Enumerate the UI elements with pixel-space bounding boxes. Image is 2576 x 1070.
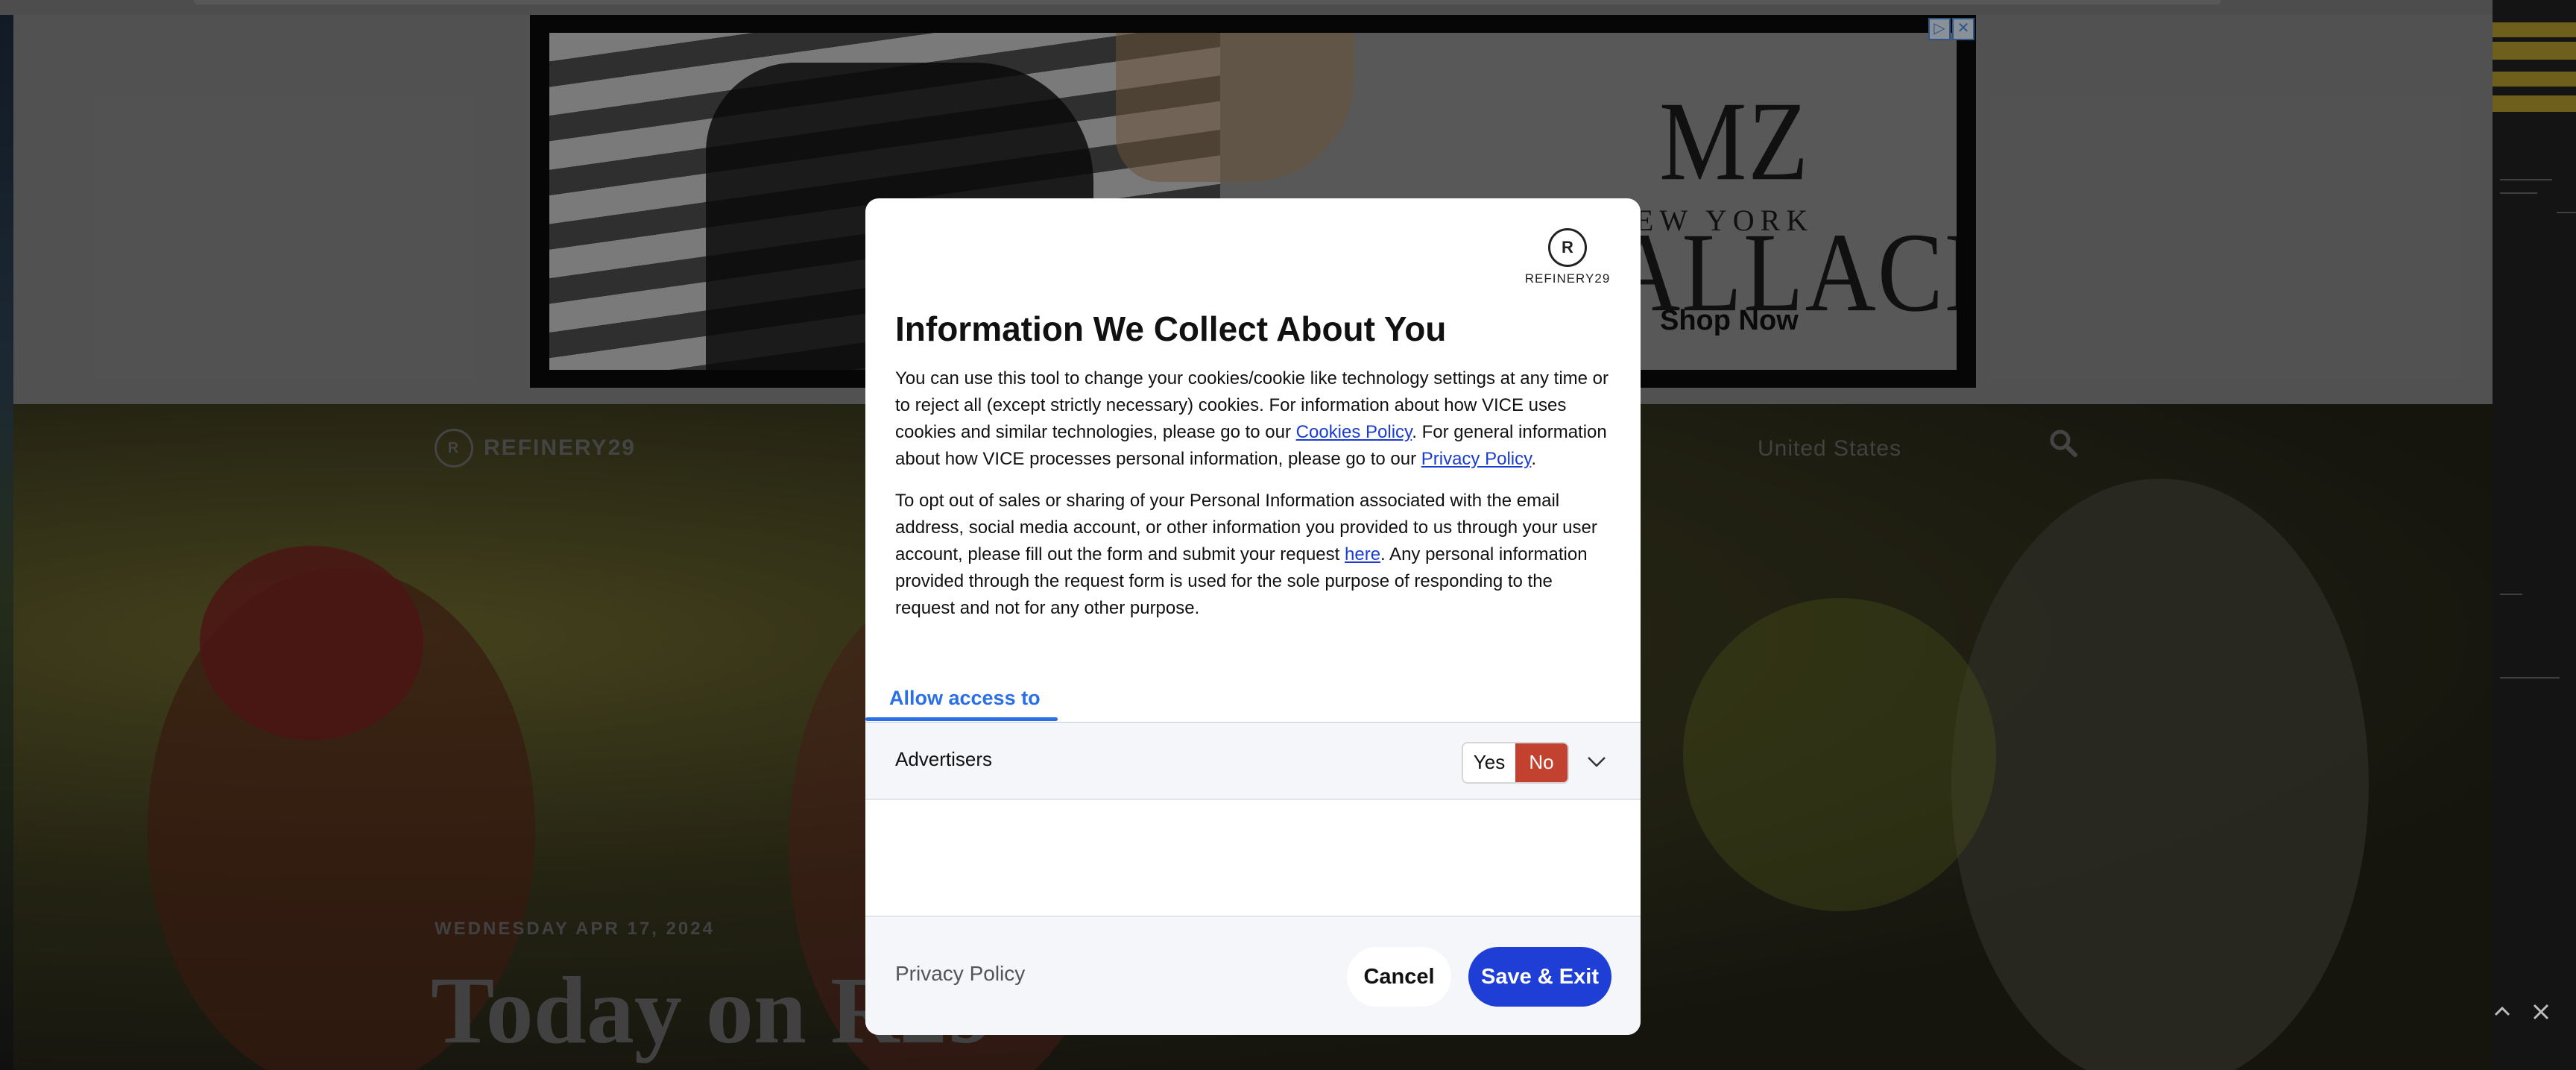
refinery29-logo-icon: R [1548, 228, 1587, 267]
cancel-button[interactable]: Cancel [1347, 947, 1451, 1007]
modal-footer: Privacy Policy Cancel Save & Exit [865, 916, 1641, 1035]
right-panel-line [2500, 179, 2552, 180]
right-panel-line [2500, 192, 2537, 194]
modal-paragraph-cookies: You can use this tool to change your coo… [895, 365, 1611, 473]
save-exit-button[interactable]: Save & Exit [1468, 947, 1611, 1007]
right-panel-stripe [2493, 22, 2576, 37]
footer-privacy-policy-link[interactable]: Privacy Policy [895, 962, 1025, 986]
modal-logo: R REFINERY29 [1523, 228, 1612, 286]
right-panel-line [2500, 594, 2522, 595]
toggle-no-button[interactable]: No [1515, 743, 1568, 782]
tab-bar: Allow access to [865, 676, 1641, 723]
opt-out-here-link[interactable]: here [1345, 544, 1380, 564]
consent-row-label: Advertisers [895, 748, 993, 770]
right-panel-stripe [2493, 72, 2576, 86]
close-icon[interactable] [2528, 999, 2554, 1025]
active-tab-indicator [865, 717, 1058, 721]
right-panel-stripe [2493, 95, 2576, 112]
cookies-policy-link[interactable]: Cookies Policy [1296, 422, 1412, 442]
chevron-up-icon[interactable] [2490, 999, 2515, 1025]
tab-allow-access[interactable]: Allow access to [889, 676, 1041, 720]
consent-row-advertisers[interactable]: Advertisers Yes No [865, 724, 1641, 800]
right-panel-line [2500, 677, 2560, 679]
modal-paragraph-opt-out: To opt out of sales or sharing of your P… [895, 488, 1611, 622]
chevron-down-icon[interactable] [1586, 751, 1607, 772]
modal-logo-text: REFINERY29 [1524, 271, 1611, 286]
privacy-policy-link[interactable]: Privacy Policy [1421, 449, 1532, 469]
paragraph-text: . [1531, 449, 1537, 469]
modal-title: Information We Collect About You [895, 309, 1447, 348]
right-side-panel [2493, 0, 2576, 1070]
toggle-yes-button[interactable]: Yes [1463, 743, 1515, 782]
yes-no-toggle: Yes No [1462, 742, 1569, 784]
right-panel-stripe [2493, 42, 2576, 60]
cookie-consent-modal: R REFINERY29 Information We Collect Abou… [865, 198, 1641, 1035]
right-panel-line [2557, 212, 2576, 213]
